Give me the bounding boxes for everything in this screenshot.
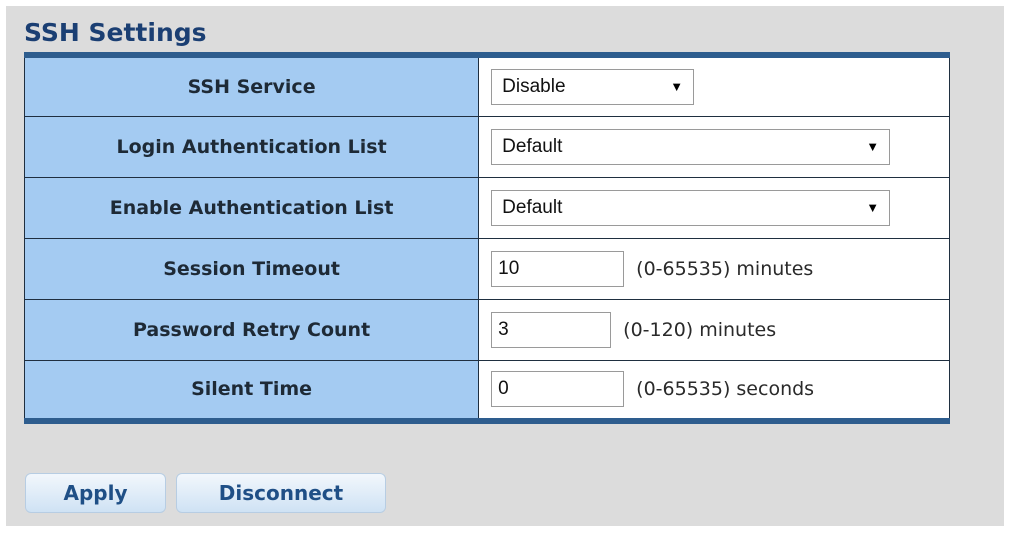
chevron-down-icon: ▼ — [670, 79, 684, 95]
silent-time-hint: (0-65535) seconds — [636, 378, 815, 401]
chevron-down-icon: ▼ — [866, 139, 880, 154]
table-row: Login Authentication List Default ▼ — [23, 115, 950, 178]
table-row: Enable Authentication List Default ▼ — [23, 176, 950, 239]
enable-auth-list-label: Enable Authentication List — [23, 176, 480, 239]
enable-auth-list-cell: Default ▼ — [478, 176, 950, 239]
ssh-service-value: Disable — [502, 75, 566, 97]
password-retry-cell: 3 (0-120) minutes — [478, 298, 950, 361]
password-retry-hint: (0-120) minutes — [623, 318, 777, 341]
session-timeout-cell: 10 (0-65535) minutes — [478, 237, 950, 300]
ssh-service-label: SSH Service — [23, 54, 480, 117]
disconnect-button[interactable]: Disconnect — [176, 473, 386, 513]
page-title: SSH Settings — [24, 18, 207, 47]
login-auth-list-cell: Default ▼ — [478, 115, 950, 178]
login-auth-list-select[interactable]: Default ▼ — [491, 128, 891, 165]
session-timeout-hint: (0-65535) minutes — [636, 257, 814, 280]
password-retry-label: Password Retry Count — [23, 298, 480, 361]
chevron-down-icon: ▼ — [866, 200, 880, 215]
table-row: Session Timeout 10 (0-65535) minutes — [23, 237, 950, 300]
login-auth-list-value: Default — [502, 135, 563, 157]
session-timeout-label: Session Timeout — [23, 237, 480, 300]
ssh-settings-table: SSH Service Disable ▼ Login Authenticati… — [23, 52, 950, 424]
table-row: SSH Service Disable ▼ — [23, 54, 950, 117]
table-row: Password Retry Count 3 (0-120) minutes — [23, 298, 950, 361]
session-timeout-input[interactable]: 10 — [491, 250, 625, 287]
enable-auth-list-select[interactable]: Default ▼ — [491, 189, 891, 226]
login-auth-list-label: Login Authentication List — [23, 115, 480, 178]
silent-time-input[interactable]: 0 — [491, 371, 625, 408]
password-retry-input[interactable]: 3 — [491, 311, 612, 348]
apply-button[interactable]: Apply — [25, 473, 166, 513]
enable-auth-list-value: Default — [502, 196, 563, 218]
table-row: Silent Time 0 (0-65535) seconds — [23, 359, 950, 422]
ssh-service-select[interactable]: Disable ▼ — [491, 68, 695, 105]
silent-time-cell: 0 (0-65535) seconds — [478, 359, 950, 422]
ssh-service-cell: Disable ▼ — [478, 54, 950, 117]
button-row: Apply Disconnect — [25, 473, 396, 513]
silent-time-label: Silent Time — [23, 359, 480, 422]
